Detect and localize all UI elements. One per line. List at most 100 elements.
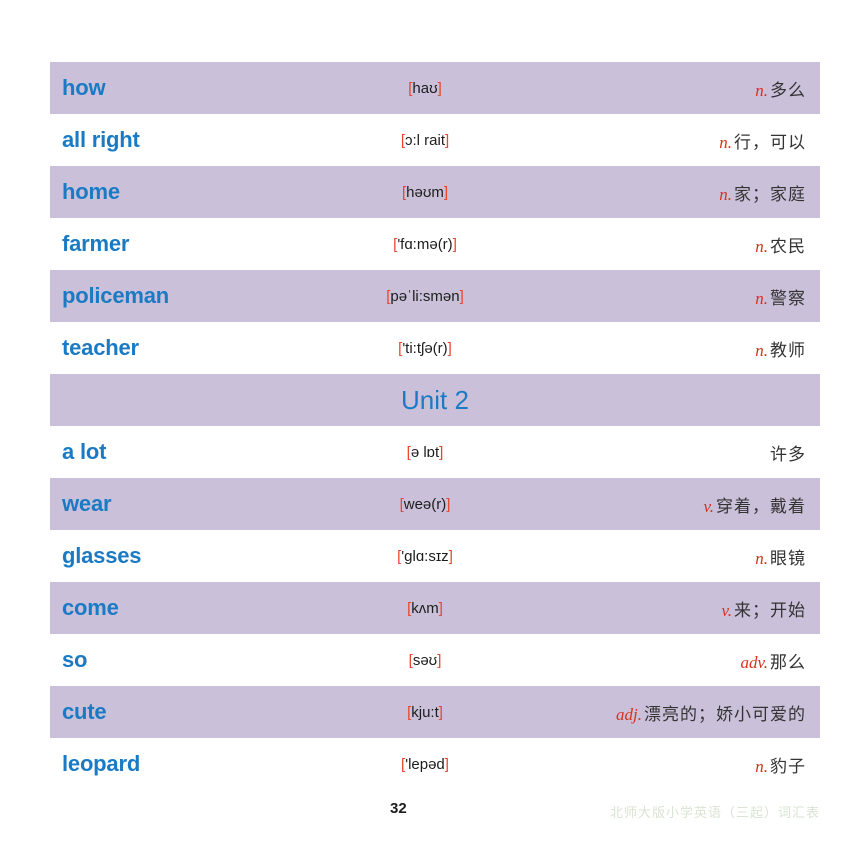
vocabulary-page: how [haʊ] n. 多么 all right [ɔ:l rait] n. 行，可以 hom…: [0, 0, 860, 860]
word-cell: wear: [62, 491, 112, 516]
part-of-speech: n.: [755, 548, 768, 568]
definition-text: 许多: [770, 444, 806, 464]
part-of-speech: adj.: [616, 704, 642, 724]
word-cell: teacher: [62, 335, 139, 360]
phonetic-cell: ['glɑ:sɪz]: [300, 548, 550, 565]
phonetic-cell: [haʊ]: [300, 80, 550, 97]
phonetic-text: 'glɑ:sɪz: [401, 547, 449, 565]
vocabulary-row[interactable]: come [kʌm] v. 来；开始: [50, 582, 820, 634]
part-of-speech: n.: [755, 340, 768, 360]
part-of-speech: v.: [721, 600, 732, 620]
part-of-speech: n.: [719, 184, 732, 204]
vocabulary-row[interactable]: leopard ['lepəd] n. 豹子: [50, 738, 820, 790]
definition-text: 眼镜: [770, 548, 806, 568]
word-cell: farmer: [62, 231, 130, 256]
phonetic-text: 'fɑ:mə(r): [397, 235, 453, 253]
phonetic-cell: [həʊm]: [300, 184, 550, 201]
word-cell: cute: [62, 699, 107, 724]
phonetic-text: 'ti:tʃə(r): [402, 339, 448, 357]
vocabulary-row[interactable]: teacher ['ti:tʃə(r)] n. 教师: [50, 322, 820, 374]
vocabulary-row[interactable]: cute [kju:t] adj. 漂亮的；娇小可爱的: [50, 686, 820, 738]
word-cell: all right: [62, 127, 140, 152]
definition-cell: n. 多么: [550, 76, 820, 101]
definition-cell: n. 行，可以: [550, 128, 820, 153]
word-cell: glasses: [62, 543, 142, 568]
definition-cell: n. 眼镜: [550, 544, 820, 569]
definition-text: 来；开始: [734, 600, 806, 620]
definition-text: 行，可以: [734, 132, 806, 152]
definition-cell: n. 豹子: [550, 752, 820, 777]
vocabulary-row[interactable]: glasses ['glɑ:sɪz] n. 眼镜: [50, 530, 820, 582]
vocabulary-table: how [haʊ] n. 多么 all right [ɔ:l rait] n. 行，可以 hom…: [50, 62, 820, 790]
phonetic-cell: ['fɑ:mə(r)]: [300, 236, 550, 253]
definition-cell: n. 家；家庭: [550, 180, 820, 205]
page-footer: 32 北师大版小学英语（三起）词汇表: [50, 800, 820, 830]
vocabulary-row[interactable]: wear [weə(r)] v. 穿着，戴着: [50, 478, 820, 530]
definition-text: 穿着，戴着: [716, 496, 806, 516]
part-of-speech: n.: [719, 132, 732, 152]
definition-text: 豹子: [770, 756, 806, 776]
unit-header-row[interactable]: Unit 2: [50, 374, 820, 426]
phonetic-close-bracket: ]: [439, 443, 444, 461]
word-cell: how: [62, 75, 106, 100]
definition-text: 那么: [770, 652, 806, 672]
vocabulary-row[interactable]: home [həʊm] n. 家；家庭: [50, 166, 820, 218]
phonetic-text: ɔ:l rait: [404, 131, 445, 149]
word-cell: home: [62, 179, 120, 204]
definition-cell: n. 警察: [550, 284, 820, 309]
phonetic-close-bracket: ]: [443, 183, 449, 201]
phonetic-cell: [ə lɒt]: [300, 444, 550, 461]
vocabulary-row[interactable]: all right [ɔ:l rait] n. 行，可以: [50, 114, 820, 166]
part-of-speech: n.: [755, 756, 768, 776]
part-of-speech: n.: [755, 288, 768, 308]
phonetic-close-bracket: ]: [445, 131, 450, 149]
definition-text: 警察: [770, 288, 806, 308]
vocabulary-row[interactable]: farmer ['fɑ:mə(r)] n. 农民: [50, 218, 820, 270]
phonetic-close-bracket: ]: [438, 703, 443, 721]
definition-cell: v. 来；开始: [550, 596, 820, 621]
phonetic-close-bracket: ]: [444, 755, 449, 773]
word-cell: policeman: [62, 283, 170, 308]
definition-text: 多么: [770, 80, 806, 100]
vocabulary-row[interactable]: policeman [pəˈli:smən] n. 警察: [50, 270, 820, 322]
phonetic-close-bracket: ]: [446, 495, 451, 513]
vocabulary-row[interactable]: a lot [ə lɒt] 许多: [50, 426, 820, 478]
phonetic-text: həʊm: [406, 183, 444, 201]
phonetic-close-bracket: ]: [452, 235, 457, 253]
phonetic-cell: [kju:t]: [300, 704, 550, 721]
vocabulary-row[interactable]: so [səʊ] adv. 那么: [50, 634, 820, 686]
part-of-speech: adv.: [740, 652, 768, 672]
definition-cell: 许多: [550, 440, 820, 465]
phonetic-cell: ['ti:tʃə(r)]: [300, 340, 550, 357]
phonetic-text: kʌm: [411, 599, 439, 617]
phonetic-text: səʊ: [412, 651, 438, 669]
phonetic-cell: [pəˈli:smən]: [300, 288, 550, 305]
definition-cell: n. 农民: [550, 232, 820, 257]
phonetic-text: ə lɒt: [410, 443, 440, 461]
source-note: 北师大版小学英语（三起）词汇表: [609, 805, 820, 820]
phonetic-cell: [kʌm]: [300, 600, 550, 617]
phonetic-text: 'lepəd: [405, 755, 445, 773]
definition-cell: adv. 那么: [550, 648, 820, 673]
phonetic-close-bracket: ]: [437, 651, 442, 669]
word-cell: a lot: [62, 439, 107, 464]
phonetic-close-bracket: ]: [448, 547, 453, 565]
phonetic-text: weə(r): [403, 495, 447, 513]
word-cell: come: [62, 595, 119, 620]
phonetic-cell: [ɔ:l rait]: [300, 132, 550, 149]
word-cell: so: [62, 647, 88, 672]
unit-header-label: Unit 2: [401, 384, 469, 415]
part-of-speech: n.: [755, 80, 768, 100]
phonetic-text: pəˈli:smən: [390, 287, 460, 305]
phonetic-close-bracket: ]: [437, 79, 442, 97]
phonetic-cell: [weə(r)]: [300, 496, 550, 513]
definition-cell: n. 教师: [550, 336, 820, 361]
phonetic-close-bracket: ]: [447, 339, 452, 357]
vocabulary-row[interactable]: how [haʊ] n. 多么: [50, 62, 820, 114]
phonetic-text: haʊ: [412, 79, 438, 97]
definition-text: 漂亮的；娇小可爱的: [644, 704, 806, 724]
phonetic-close-bracket: ]: [459, 287, 464, 305]
phonetic-cell: [səʊ]: [300, 652, 550, 669]
phonetic-close-bracket: ]: [438, 599, 443, 617]
definition-cell: adj. 漂亮的；娇小可爱的: [550, 700, 820, 725]
